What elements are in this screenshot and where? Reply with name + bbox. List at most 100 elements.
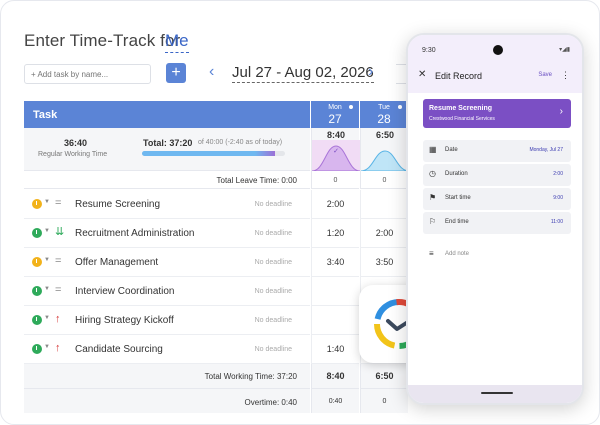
field-label: Date	[445, 147, 458, 153]
clock-icon[interactable]	[32, 228, 42, 238]
task-column-header: Task	[24, 101, 310, 128]
add-note-field[interactable]: ≡ Add note	[423, 246, 571, 264]
add-task-input[interactable]	[24, 64, 151, 84]
task-row[interactable]: ▼ ↑ Hiring Strategy Kickoff No deadline	[24, 306, 310, 335]
note-icon: ≡	[429, 249, 434, 258]
phone-nav-bar	[408, 385, 582, 403]
flag-end-icon: ⚐	[429, 217, 437, 226]
time-cell[interactable]	[360, 190, 408, 219]
chevron-down-icon[interactable]: ▼	[44, 257, 50, 263]
phone-app-bar: ✕ Edit Record Save ⋮	[408, 63, 582, 93]
user-selector[interactable]: Me	[165, 31, 189, 53]
clock-icon[interactable]	[32, 344, 42, 354]
time-cell[interactable]	[311, 306, 359, 335]
task-deadline: No deadline	[254, 201, 292, 208]
field-label: Duration	[445, 171, 468, 177]
leave-mon: 0	[311, 171, 359, 189]
time-cell[interactable]: 3:50	[360, 248, 408, 277]
add-task-button[interactable]: +	[166, 63, 186, 83]
task-name[interactable]: Offer Management	[75, 257, 158, 268]
page-title: Enter Time-Track for	[24, 31, 181, 50]
calendar-icon: ▦	[429, 145, 437, 154]
time-cell[interactable]: 1:40	[311, 335, 359, 364]
dot-icon	[398, 105, 402, 109]
more-icon[interactable]: ⋮	[561, 70, 570, 81]
field-value: 2:00	[553, 171, 563, 177]
clock-icon[interactable]	[32, 199, 42, 209]
date-field[interactable]: ▦ Date Monday, Jul 27	[423, 140, 571, 162]
home-handle[interactable]	[481, 392, 513, 394]
progress-bar	[142, 151, 285, 156]
overtime-mon: 0:40	[311, 388, 359, 413]
task-name[interactable]: Hiring Strategy Kickoff	[75, 315, 174, 326]
day-header-mon[interactable]: Mon 27	[311, 101, 359, 128]
chevron-down-icon[interactable]: ▼	[44, 344, 50, 350]
selected-task-card[interactable]: Resume Screening Crestwood Financial Ser…	[423, 99, 571, 128]
task-name[interactable]: Recruitment Administration	[75, 228, 195, 239]
time-cell[interactable]: 2:00	[311, 190, 359, 219]
task-row[interactable]: ▼ ⇊ Recruitment Administration No deadli…	[24, 219, 310, 248]
chevron-down-icon[interactable]: ▼	[44, 286, 50, 292]
day-date: 28	[377, 112, 391, 126]
save-button[interactable]: Save	[538, 72, 552, 78]
time-cell[interactable]: 1:20	[311, 219, 359, 248]
chevron-right-icon: ›	[559, 106, 563, 117]
selected-task-name: Resume Screening	[429, 105, 493, 112]
task-name[interactable]: Interview Coordination	[75, 286, 175, 297]
chevron-right-icon[interactable]: ›	[368, 63, 373, 81]
time-cell[interactable]: 2:00	[360, 219, 408, 248]
total-working-mon: 8:40	[311, 364, 359, 388]
chevron-down-icon[interactable]: ▼	[44, 315, 50, 321]
start-time-field[interactable]: ⚑ Start time 9:00	[423, 188, 571, 210]
priority-high-icon: ↑	[55, 342, 61, 354]
task-deadline: No deadline	[254, 230, 292, 237]
duration-field[interactable]: ◷ Duration 2:00	[423, 164, 571, 186]
dot-icon	[349, 105, 353, 109]
selected-task-client: Crestwood Financial Services	[429, 116, 495, 122]
priority-high-icon: ↑	[55, 313, 61, 325]
chevron-down-icon[interactable]: ▼	[44, 199, 50, 205]
time-cell[interactable]	[311, 277, 359, 306]
priority-low-icon: ⇊	[55, 226, 65, 238]
date-range-picker[interactable]: Jul 27 - Aug 02, 2026	[232, 64, 374, 83]
priority-medium-icon: =	[55, 255, 62, 267]
task-deadline: No deadline	[254, 288, 292, 295]
field-value: 9:00	[553, 195, 563, 201]
day-total-value: 6:50	[375, 130, 394, 140]
edit-record-title: Edit Record	[435, 71, 483, 81]
task-name[interactable]: Candidate Sourcing	[75, 344, 163, 355]
clock-icon[interactable]	[32, 257, 42, 267]
task-row[interactable]: ▼ = Interview Coordination No deadline	[24, 277, 310, 306]
day-total-mon: 8:40 ✓	[311, 128, 360, 171]
task-name[interactable]: Resume Screening	[75, 199, 160, 210]
close-icon[interactable]: ✕	[418, 69, 426, 80]
task-row[interactable]: ▼ ↑ Candidate Sourcing No deadline	[24, 335, 310, 364]
phone-time: 9:30	[422, 47, 436, 54]
end-time-field[interactable]: ⚐ End time 11:00	[423, 212, 571, 234]
status-icons: ▾◢▮	[559, 47, 570, 53]
progress-fill	[142, 151, 275, 156]
task-row[interactable]: ▼ = Resume Screening No deadline	[24, 190, 310, 219]
camera-icon	[493, 45, 503, 55]
phone-status-bar: 9:30 ▾◢▮	[408, 35, 582, 63]
add-note-label: Add note	[445, 251, 470, 257]
total-working-time: Total Working Time: 37:20	[24, 364, 310, 388]
regular-time-value: 36:40	[64, 138, 88, 148]
overtime-tue: 0	[360, 388, 408, 413]
time-track-card: Enter Time-Track for Me + ‹ Jul 27 - Aug…	[0, 0, 600, 425]
time-cell[interactable]: 3:40	[311, 248, 359, 277]
day-header-tue[interactable]: Tue 28	[360, 101, 408, 128]
field-value: 11:00	[550, 219, 563, 225]
clock-icon[interactable]	[32, 286, 42, 296]
check-icon: ✓	[333, 147, 339, 155]
clock-icon: ◷	[429, 169, 436, 178]
day-wave-tue	[361, 150, 409, 171]
chevron-down-icon[interactable]: ▼	[44, 228, 50, 234]
task-deadline: No deadline	[254, 259, 292, 266]
day-date: 27	[328, 112, 342, 126]
chevron-left-icon[interactable]: ‹	[209, 63, 214, 81]
clock-icon[interactable]	[32, 315, 42, 325]
priority-medium-icon: =	[55, 197, 62, 209]
regular-time-label: Regular Working Time	[38, 151, 108, 158]
task-row[interactable]: ▼ = Offer Management No deadline	[24, 248, 310, 277]
